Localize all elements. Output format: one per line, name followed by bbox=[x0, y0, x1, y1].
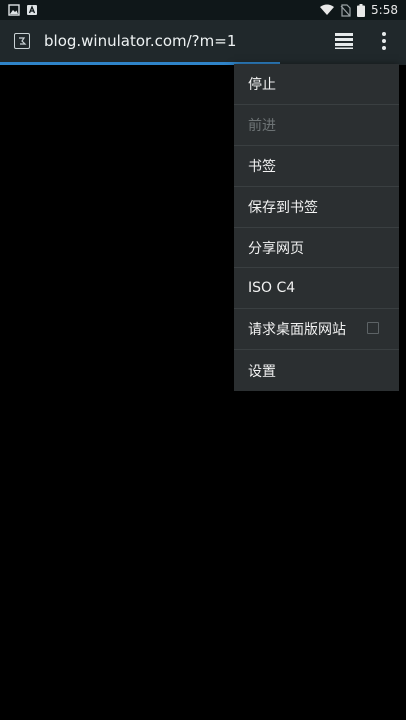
menu-item-settings[interactable]: 设置 bbox=[234, 350, 399, 391]
overflow-menu: 停止 前进 书签 保存到书签 分享网页 ISO C4 请求桌面版网站 设置 bbox=[234, 64, 399, 391]
notification-a-icon bbox=[27, 5, 37, 15]
menu-item-label: 前进 bbox=[248, 117, 276, 134]
wifi-icon bbox=[320, 4, 335, 15]
menu-item-label: 书签 bbox=[248, 158, 276, 175]
menu-item-label: 分享网页 bbox=[248, 240, 304, 257]
status-time: 5:58 bbox=[371, 3, 398, 17]
more-vert-icon[interactable] bbox=[378, 30, 390, 52]
menu-item-label: 保存到书签 bbox=[248, 199, 318, 216]
menu-item-request-desktop-site[interactable]: 请求桌面版网站 bbox=[234, 309, 399, 351]
menu-item-save-bookmark[interactable]: 保存到书签 bbox=[234, 187, 399, 228]
menu-item-bookmarks[interactable]: 书签 bbox=[234, 146, 399, 187]
menu-item-forward: 前进 bbox=[234, 105, 399, 146]
page-glyph-icon bbox=[19, 37, 27, 45]
battery-icon bbox=[357, 3, 366, 17]
no-sim-icon bbox=[340, 3, 351, 17]
desktop-site-checkbox[interactable] bbox=[367, 322, 379, 335]
status-bar: 5:58 bbox=[0, 0, 406, 20]
menu-item-label: ISO C4 bbox=[248, 280, 296, 297]
menu-item-stop[interactable]: 停止 bbox=[234, 64, 399, 105]
browser-toolbar: blog.winulator.com/?m=1 bbox=[0, 20, 406, 62]
menu-item-label: 设置 bbox=[248, 363, 276, 380]
page-icon[interactable] bbox=[14, 33, 30, 49]
image-icon bbox=[8, 4, 20, 16]
url-field[interactable]: blog.winulator.com/?m=1 bbox=[44, 32, 236, 50]
menu-item-iso-c4[interactable]: ISO C4 bbox=[234, 268, 399, 310]
menu-item-label: 停止 bbox=[248, 76, 276, 93]
tabs-stack-icon[interactable] bbox=[334, 32, 354, 50]
menu-item-label: 请求桌面版网站 bbox=[248, 322, 346, 339]
menu-item-share-page[interactable]: 分享网页 bbox=[234, 228, 399, 269]
